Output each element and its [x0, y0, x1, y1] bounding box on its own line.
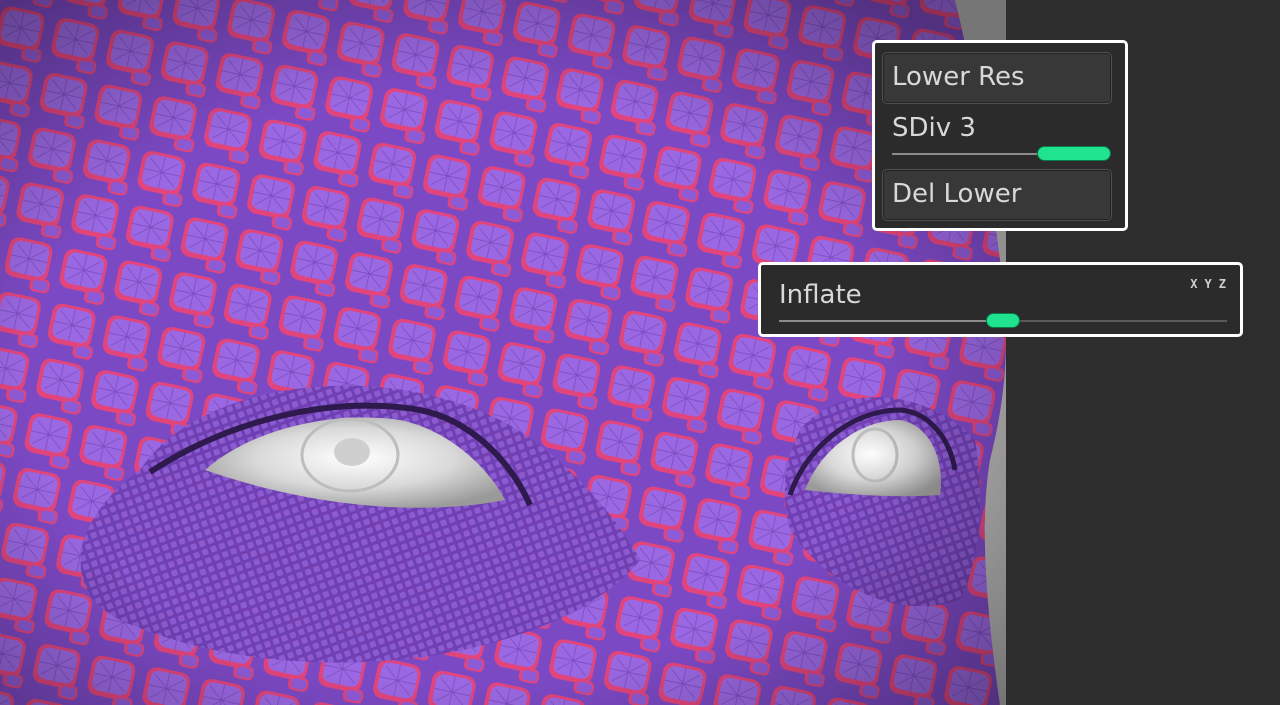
inflate-panel: Inflate X Y Z: [758, 262, 1243, 337]
3d-viewport[interactable]: [0, 0, 1006, 705]
axis-toggles: X Y Z: [1190, 277, 1226, 291]
inflate-slider-label: Inflate: [779, 280, 862, 310]
subdivision-panel: Lower Res SDiv 3 Del Lower: [872, 40, 1128, 231]
lower-res-button[interactable]: Lower Res: [882, 52, 1112, 104]
inflate-slider[interactable]: [779, 314, 1227, 327]
axis-y-toggle[interactable]: Y: [1205, 277, 1212, 291]
inflate-slider-fill: [779, 320, 1003, 322]
sdiv-slider-handle[interactable]: [1038, 147, 1110, 160]
sdiv-slider-fill: [892, 153, 1040, 155]
axis-x-toggle[interactable]: X: [1190, 277, 1197, 291]
sculpt-mesh-render: [0, 0, 1006, 705]
sdiv-slider[interactable]: [892, 147, 1110, 160]
axis-z-toggle[interactable]: Z: [1219, 277, 1226, 291]
del-lower-button[interactable]: Del Lower: [882, 169, 1112, 221]
sdiv-slider-label: SDiv 3: [892, 113, 976, 143]
inflate-slider-handle[interactable]: [987, 314, 1019, 327]
